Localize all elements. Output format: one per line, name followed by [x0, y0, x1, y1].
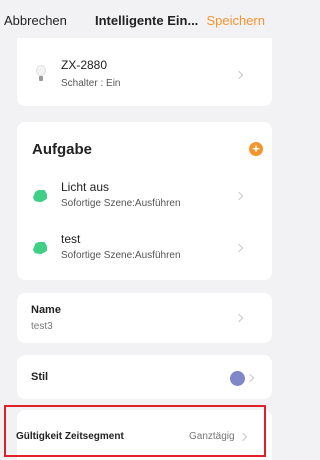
device-name: ZX-2880: [61, 58, 108, 72]
chevron-right-icon: [234, 191, 244, 201]
style-card[interactable]: Stil: [17, 355, 272, 399]
chevron-right-icon: [234, 70, 244, 80]
name-card[interactable]: Name test3: [17, 293, 272, 343]
task-item[interactable]: Licht aus Sofortige Szene:Ausführen: [17, 174, 272, 220]
style-label: Stil: [31, 371, 49, 383]
task-item[interactable]: test Sofortige Szene:Ausführen: [17, 226, 272, 272]
name-label: Name: [31, 304, 61, 316]
task-name: test: [61, 232, 81, 246]
page-title: Intelligente Ein...: [95, 13, 199, 28]
task-name: Licht aus: [61, 180, 110, 194]
name-value: test3: [31, 321, 53, 332]
add-task-icon[interactable]: +: [249, 142, 263, 156]
tasks-card: Aufgabe + Licht aus Sofortige Szene:Ausf…: [17, 122, 272, 280]
device-status: Schalter : Ein: [61, 78, 121, 89]
style-color-swatch: [230, 371, 245, 386]
device-row[interactable]: ZX-2880 Schalter : Ein: [17, 38, 272, 106]
tag-icon: [33, 190, 47, 202]
tasks-section-title: Aufgabe: [32, 141, 92, 158]
chevron-right-icon: [234, 313, 244, 323]
chevron-right-icon: [245, 373, 255, 383]
tag-icon: [33, 242, 47, 254]
chevron-right-icon: [234, 243, 244, 253]
task-subtitle: Sofortige Szene:Ausführen: [61, 198, 181, 209]
cancel-button[interactable]: Abbrechen: [4, 13, 67, 28]
condition-card: ZX-2880 Schalter : Ein: [17, 38, 272, 106]
task-subtitle: Sofortige Szene:Ausführen: [61, 250, 181, 261]
save-button[interactable]: Speichern: [206, 13, 265, 28]
lightbulb-icon: [35, 65, 47, 83]
highlight-frame: [4, 405, 266, 457]
